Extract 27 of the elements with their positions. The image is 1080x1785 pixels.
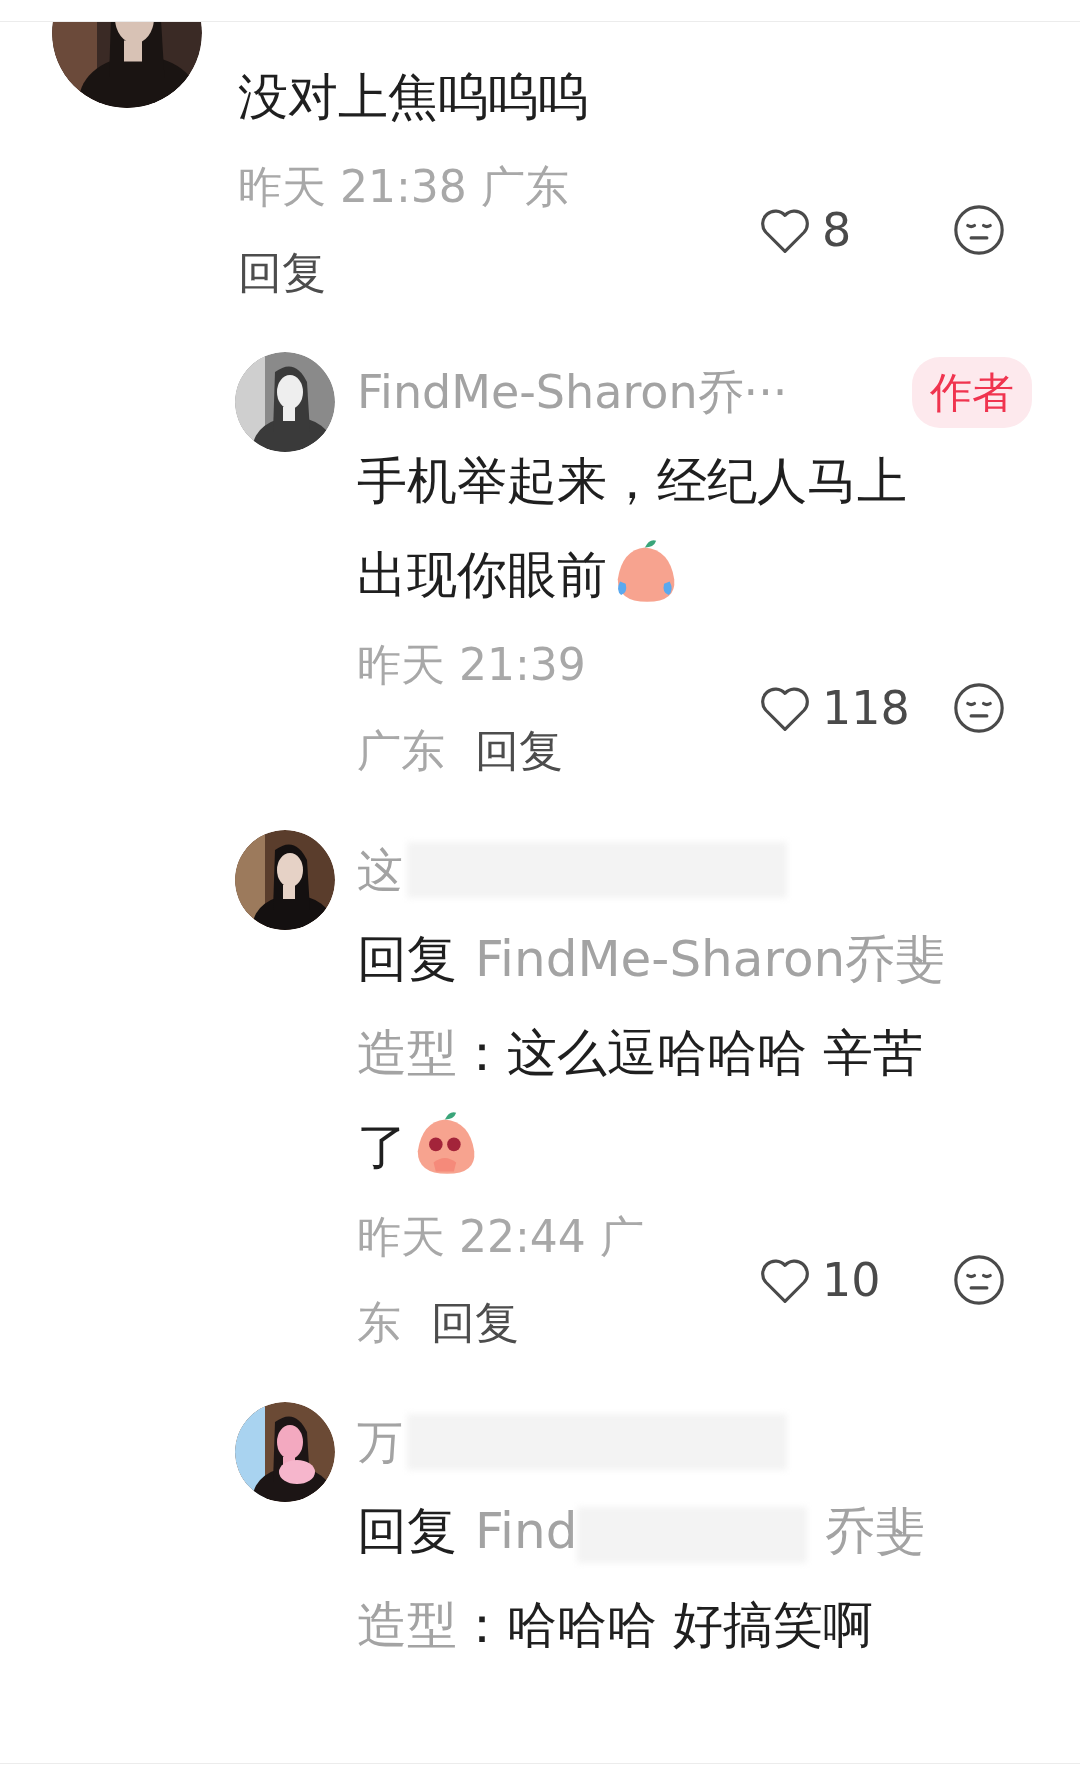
like-count: 118: [822, 679, 911, 737]
timestamp-location: 广东: [357, 724, 445, 778]
timestamp-location: 东: [357, 1296, 401, 1350]
author-badge: 作者: [912, 356, 1032, 428]
like-count: 10: [822, 1251, 882, 1309]
comment-text: 没对上焦呜呜呜: [238, 67, 589, 128]
comment-text: 手机举起来，经纪人马上 出现你眼前: [357, 451, 908, 606]
comment-text: 回复 FindMe-Sharon乔斐 造型：这么逗哈哈哈 辛苦 了: [357, 929, 947, 1178]
reply-link[interactable]: 回复: [475, 708, 563, 794]
mention-link[interactable]: FindMe-Sharon乔斐: [475, 930, 946, 988]
username[interactable]: 这: [357, 835, 403, 905]
timestamp-location: 昨天 21:38 广东: [238, 160, 569, 214]
mention-link[interactable]: 造型: [357, 1024, 457, 1082]
neutral-face-icon[interactable]: [952, 681, 1006, 735]
timestamp-location: 昨天 22:44 广: [357, 1210, 644, 1264]
reply-link[interactable]: 回复: [238, 230, 326, 316]
username[interactable]: FindMe-Sharon乔···: [357, 357, 788, 427]
username[interactable]: 万: [357, 1407, 403, 1477]
timestamp-location: 昨天 21:39: [357, 638, 586, 692]
comment-text: 回复 Find 乔斐 造型：哈哈哈 好搞笑啊: [357, 1501, 927, 1656]
mention-link[interactable]: Find: [475, 1502, 578, 1560]
like-count: 8: [822, 201, 853, 259]
neutral-face-icon[interactable]: [952, 203, 1006, 257]
neutral-face-icon[interactable]: [952, 1253, 1006, 1307]
mention-link[interactable]: 造型: [357, 1596, 457, 1654]
mention-link[interactable]: 乔斐: [825, 1502, 926, 1560]
reply-link[interactable]: 回复: [431, 1280, 519, 1366]
